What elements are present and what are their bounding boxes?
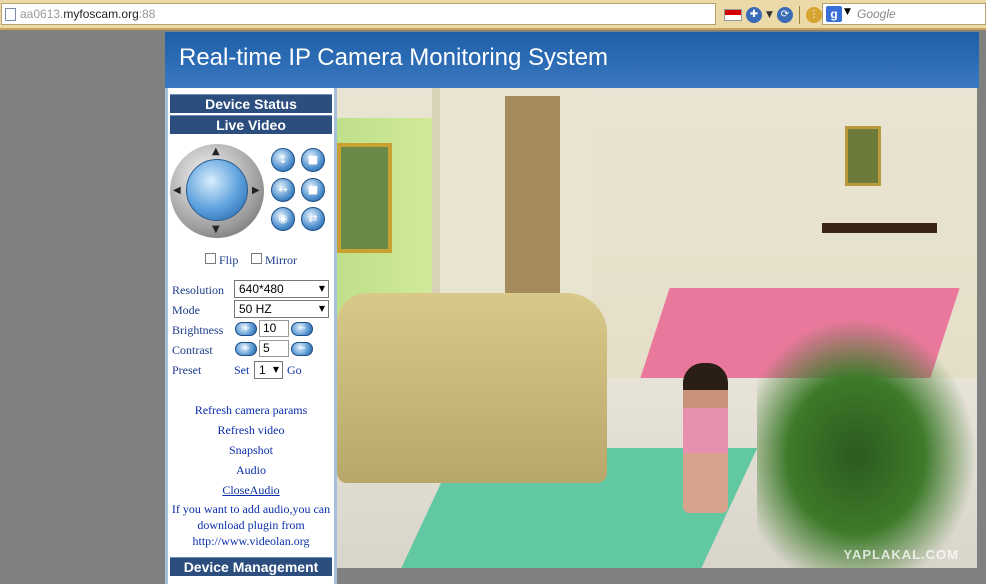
- video-scene-door: [505, 96, 560, 306]
- contrast-label: Contrast: [172, 343, 213, 357]
- arrow-left-icon[interactable]: ◀: [173, 185, 181, 196]
- contrast-decrease-button[interactable]: −: [291, 342, 313, 356]
- chevron-down-icon: ▼: [318, 284, 325, 293]
- brightness-decrease-button[interactable]: −: [291, 322, 313, 336]
- page-header: Real-time IP Camera Monitoring System: [165, 32, 979, 88]
- audio-note-line-2: download plugin from: [197, 518, 305, 532]
- arrow-down-icon[interactable]: ▼: [212, 224, 220, 235]
- mode-label: Mode: [172, 303, 200, 317]
- resolution-select[interactable]: 640*480 ▼: [234, 280, 329, 298]
- video-scene-plant: [757, 318, 977, 568]
- chevron-down-icon[interactable]: ▼: [766, 10, 773, 20]
- vertical-patrol-button[interactable]: ↕: [271, 148, 295, 172]
- brightness-value[interactable]: 10: [259, 320, 289, 337]
- live-video-frame[interactable]: YAPLAKAL.COM: [337, 88, 977, 568]
- io-switch-button[interactable]: ⇄: [301, 207, 325, 231]
- preset-value: 1: [259, 363, 266, 377]
- google-icon[interactable]: g: [826, 6, 842, 22]
- contrast-value[interactable]: 5: [259, 340, 289, 357]
- page-title: Real-time IP Camera Monitoring System: [179, 44, 609, 71]
- ptz-joystick[interactable]: ▲ ▼ ◀ ▶: [170, 144, 264, 238]
- grip-icon: ⋮: [805, 7, 822, 23]
- flag-icon[interactable]: [724, 9, 742, 21]
- nav-device-status[interactable]: Device Status: [170, 94, 332, 113]
- audio-note-line-1: If you want to add audio,you can: [171, 502, 331, 516]
- chevron-down-icon: ▼: [318, 304, 325, 313]
- horizontal-patrol-button[interactable]: ↔: [271, 178, 295, 202]
- mode-select[interactable]: 50 HZ ▼: [234, 300, 329, 318]
- video-scene-sofa: [337, 293, 607, 483]
- refresh-icon[interactable]: ⟳: [776, 7, 793, 23]
- video-scene-painting: [337, 143, 392, 253]
- chevron-down-icon: ▼: [272, 365, 279, 374]
- sidebar: Device Status Live Video ▲ ▼ ◀ ▶ ↕ ■ ↔ ■…: [165, 88, 337, 584]
- mirror-checkbox[interactable]: [251, 253, 262, 264]
- add-bookmark-icon[interactable]: ✚: [746, 7, 762, 23]
- close-audio-link[interactable]: CloseAudio: [168, 483, 334, 498]
- video-scene-child: [683, 363, 728, 513]
- preset-go-link[interactable]: Go: [287, 363, 302, 378]
- url-port: :88: [138, 7, 156, 21]
- flip-checkbox[interactable]: [205, 253, 216, 264]
- nav-live-video[interactable]: Live Video: [170, 115, 332, 134]
- watermark: YAPLAKAL.COM: [843, 547, 959, 562]
- audio-link[interactable]: Audio: [168, 463, 334, 478]
- resolution-label: Resolution: [172, 283, 225, 297]
- stop-horizontal-patrol-button[interactable]: ■: [301, 178, 325, 202]
- resolution-value: 640*480: [239, 282, 284, 296]
- url-prefix: aa0613.: [20, 7, 64, 21]
- contrast-increase-button[interactable]: +: [235, 342, 257, 356]
- search-placeholder: Google: [857, 7, 896, 21]
- toolbar-divider: [798, 6, 800, 24]
- mirror-label: Mirror: [265, 253, 297, 267]
- search-box[interactable]: g ▼ Google: [822, 3, 986, 25]
- arrow-up-icon[interactable]: ▲: [212, 146, 220, 157]
- browser-toolbar: aa0613.myfoscam.org:88 ✚ ▼ ⟳ ⋮ g ▼ Googl…: [0, 0, 986, 30]
- stop-vertical-patrol-button[interactable]: ■: [301, 148, 325, 172]
- preset-label: Preset: [172, 363, 202, 377]
- snapshot-link[interactable]: Snapshot: [168, 443, 334, 458]
- preset-select[interactable]: 1 ▼: [254, 361, 283, 379]
- nav-device-management[interactable]: Device Management: [170, 557, 332, 576]
- preset-set-link[interactable]: Set: [234, 363, 249, 378]
- video-scene-painting-small: [845, 126, 881, 186]
- refresh-params-link[interactable]: Refresh camera params: [168, 403, 334, 418]
- brightness-label: Brightness: [172, 323, 224, 337]
- page-icon: [5, 8, 16, 21]
- arrow-right-icon[interactable]: ▶: [252, 185, 260, 196]
- refresh-video-link[interactable]: Refresh video: [168, 423, 334, 438]
- ir-eye-button[interactable]: ◉: [271, 207, 295, 231]
- video-scene-table: [822, 223, 937, 233]
- mode-value: 50 HZ: [239, 302, 272, 316]
- ptz-center-button[interactable]: [186, 159, 248, 221]
- chevron-down-icon[interactable]: ▼: [844, 7, 851, 17]
- toolbar-icons: ✚ ▼ ⟳ ⋮: [724, 5, 822, 25]
- brightness-increase-button[interactable]: +: [235, 322, 257, 336]
- audio-note-url[interactable]: http://www.videolan.org: [168, 533, 334, 549]
- address-bar[interactable]: aa0613.myfoscam.org:88: [1, 3, 716, 25]
- flip-label: Flip: [219, 253, 239, 267]
- url-host: myfoscam.org: [63, 7, 139, 21]
